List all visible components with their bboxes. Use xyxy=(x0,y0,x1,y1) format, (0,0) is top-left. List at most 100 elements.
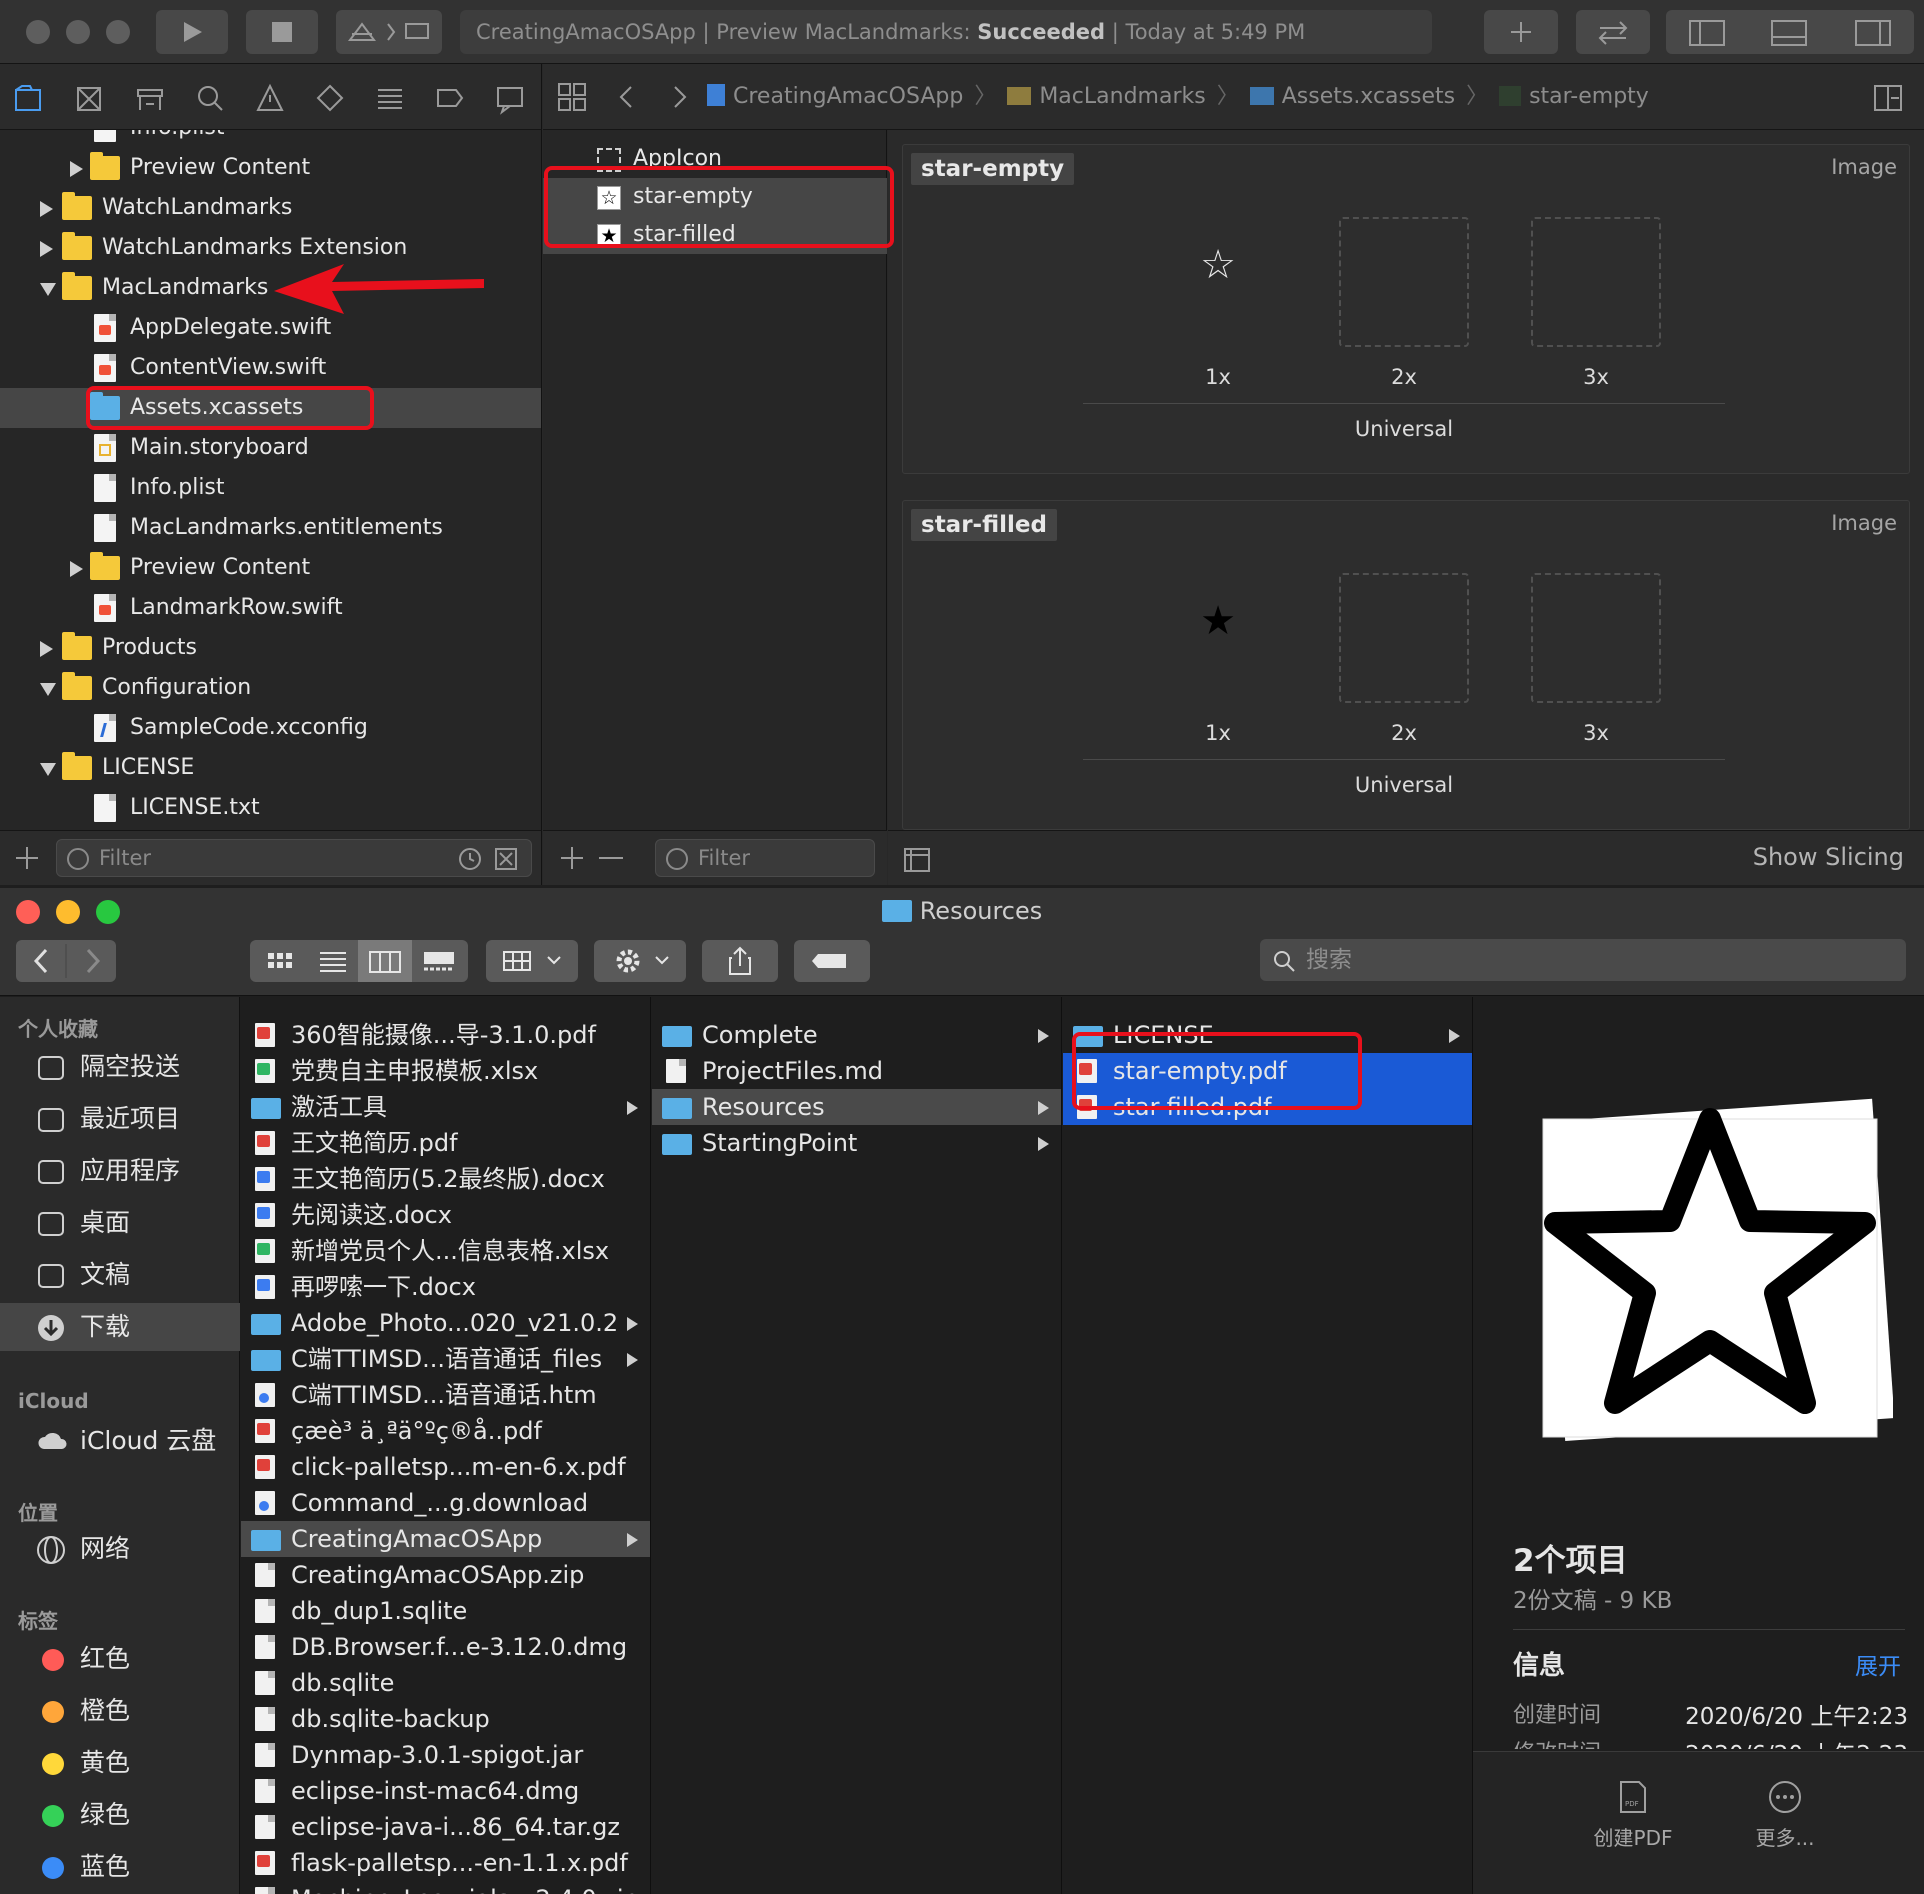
sidebar-tag[interactable]: 红色 xyxy=(0,1635,240,1683)
scheme-selector[interactable] xyxy=(336,10,442,54)
sidebar-item-desktop[interactable]: 桌面 xyxy=(0,1199,240,1247)
image-slot-3x[interactable] xyxy=(1531,573,1661,703)
sidebar-tag[interactable]: 绿色 xyxy=(0,1791,240,1839)
sidebar-item-icloud-drive[interactable]: iCloud 云盘 xyxy=(0,1417,240,1465)
sidebar-tag[interactable]: 黄色 xyxy=(0,1739,240,1787)
navigator-row[interactable]: LandmarkRow.swift xyxy=(0,588,541,628)
navigator-row[interactable]: Preview Content xyxy=(0,548,541,588)
add-icon[interactable] xyxy=(14,845,40,871)
finder-list-item[interactable]: 先阅读这.docx xyxy=(241,1197,650,1233)
finder-list-item[interactable]: db_dup1.sqlite xyxy=(241,1593,650,1629)
sidebar-item-applications[interactable]: 应用程序 xyxy=(0,1147,240,1195)
finder-list-item[interactable]: C端TTIMSD...语音通话_files xyxy=(241,1341,650,1377)
finder-list-item[interactable]: flask-palletsp...-en-1.1.x.pdf xyxy=(241,1845,650,1881)
navigator-row[interactable]: LICENSE.txt xyxy=(0,788,541,828)
recent-and-scm-filter-icons[interactable] xyxy=(458,847,528,871)
stop-button[interactable] xyxy=(246,10,318,54)
disclosure-closed-icon[interactable] xyxy=(70,161,83,177)
finder-list-item[interactable]: CreatingAmacOSApp.zip xyxy=(241,1557,650,1593)
finder-list-item[interactable]: 王文艳简历(5.2最终版).docx xyxy=(241,1161,650,1197)
add-remove-icons[interactable] xyxy=(559,845,625,871)
finder-list-item[interactable]: ProjectFiles.md xyxy=(652,1053,1061,1089)
finder-list-item[interactable]: Command_...g.download xyxy=(241,1485,650,1521)
finder-list-item[interactable]: 激活工具 xyxy=(241,1089,650,1125)
finder-list-item[interactable]: Complete xyxy=(652,1017,1061,1053)
code-review-button[interactable] xyxy=(1576,10,1650,54)
minimize-window-button[interactable] xyxy=(66,20,90,44)
group-by-button[interactable] xyxy=(486,940,578,982)
run-button[interactable] xyxy=(156,10,228,54)
tags-button[interactable] xyxy=(794,940,870,982)
close-window-button[interactable] xyxy=(26,20,50,44)
breadcrumb-image-set[interactable]: star-empty xyxy=(1529,84,1649,109)
sidebar-item-documents[interactable]: 文稿 xyxy=(0,1251,240,1299)
finder-list-item[interactable]: StartingPoint xyxy=(652,1125,1061,1161)
expand-info-link[interactable]: 展开 xyxy=(1855,1647,1901,1681)
zoom-window-button[interactable] xyxy=(106,20,130,44)
finder-list-item[interactable]: click-palletsp...m-en-6.x.pdf xyxy=(241,1449,650,1485)
finder-list-item[interactable]: CreatingAmacOSApp xyxy=(241,1521,650,1557)
sidebar-item-airdrop[interactable]: 隔空投送 xyxy=(0,1043,240,1091)
image-slot-2x[interactable] xyxy=(1339,217,1469,347)
breadcrumb-assets[interactable]: Assets.xcassets xyxy=(1282,84,1455,109)
image-slot-3x[interactable] xyxy=(1531,217,1661,347)
finder-list-item[interactable]: eclipse-inst-mac64.dmg xyxy=(241,1773,650,1809)
finder-list-item[interactable]: eclipse-java-i...86_64.tar.gz xyxy=(241,1809,650,1845)
asset-filter-input[interactable]: Filter xyxy=(655,839,875,877)
disclosure-closed-icon[interactable] xyxy=(40,241,53,257)
disclosure-open-icon[interactable] xyxy=(40,683,56,696)
breadcrumb-project[interactable]: CreatingAmacOSApp xyxy=(733,84,963,109)
navigator-row[interactable]: LICENSE xyxy=(0,748,541,788)
navigator-row[interactable]: Info.plist xyxy=(0,130,541,148)
finder-list-item[interactable]: DB.Browser.f...e-3.12.0.dmg xyxy=(241,1629,650,1665)
finder-list-item[interactable]: Machine_Lea...ials_v2.4.0.zip xyxy=(241,1881,650,1894)
finder-list-item[interactable]: db.sqlite xyxy=(241,1665,650,1701)
navigator-row[interactable]: Products xyxy=(0,628,541,668)
finder-list-item[interactable]: 再啰嗦一下.docx xyxy=(241,1269,650,1305)
image-set-star-filled[interactable]: star-filled Image ★ 1x 2x 3x Universal xyxy=(902,500,1910,830)
finder-list-item[interactable]: Resources xyxy=(652,1089,1061,1125)
finder-list-item[interactable]: 王文艳简历.pdf xyxy=(241,1125,650,1161)
show-slicing-button[interactable]: Show Slicing xyxy=(1753,843,1904,871)
navigator-row[interactable]: Preview Content xyxy=(0,148,541,188)
view-mode-buttons[interactable] xyxy=(250,940,468,982)
finder-list-item[interactable]: Adobe_Photo...020_v21.0.2 xyxy=(241,1305,650,1341)
finder-list-item[interactable]: 360智能摄像...导-3.1.0.pdf xyxy=(241,1017,650,1053)
disclosure-closed-icon[interactable] xyxy=(40,641,53,657)
sidebar-item-network[interactable]: 网络 xyxy=(0,1525,240,1573)
navigator-row[interactable]: ContentView.swift xyxy=(0,348,541,388)
create-pdf-button[interactable]: PDF 创建PDF xyxy=(1583,1780,1683,1851)
finder-list-item[interactable]: db.sqlite-backup xyxy=(241,1701,650,1737)
finder-list-item[interactable]: 新增党员个人...信息表格.xlsx xyxy=(241,1233,650,1269)
sidebar-item-recents[interactable]: 最近项目 xyxy=(0,1095,240,1143)
breadcrumb[interactable]: CreatingAmacOSApp 〉 MacLandmarks 〉 Asset… xyxy=(707,64,1649,130)
history-navigation-icons[interactable] xyxy=(613,84,693,110)
back-forward-buttons[interactable] xyxy=(16,940,116,982)
sidebar-tag[interactable]: 橙色 xyxy=(0,1687,240,1735)
disclosure-closed-icon[interactable] xyxy=(40,201,53,217)
sidebar-item-downloads[interactable]: 下载 xyxy=(0,1303,240,1351)
image-set-star-empty[interactable]: star-empty Image ☆ 1x 2x 3x Universal xyxy=(902,144,1910,474)
share-button[interactable] xyxy=(702,940,778,982)
finder-list-item[interactable]: C端TTIMSD...语音通话.htm xyxy=(241,1377,650,1413)
navigator-row[interactable]: Main.storyboard xyxy=(0,428,541,468)
navigator-row[interactable]: Configuration xyxy=(0,668,541,708)
finder-list-item[interactable]: 党费自主申报模板.xlsx xyxy=(241,1053,650,1089)
disclosure-closed-icon[interactable] xyxy=(70,561,83,577)
navigator-tab-icons[interactable] xyxy=(0,64,542,130)
sidebar-tag[interactable]: 蓝色 xyxy=(0,1843,240,1891)
related-items-icon[interactable] xyxy=(557,82,587,112)
finder-search-field[interactable]: 搜索 xyxy=(1260,939,1906,981)
breadcrumb-folder[interactable]: MacLandmarks xyxy=(1039,84,1205,109)
more-actions-button[interactable]: 更多... xyxy=(1735,1780,1835,1851)
navigator-row[interactable]: SampleCode.xcconfig xyxy=(0,708,541,748)
navigator-row[interactable]: Info.plist xyxy=(0,468,541,508)
library-button[interactable] xyxy=(1484,10,1558,54)
navigator-row[interactable]: MacLandmarks.entitlements xyxy=(0,508,541,548)
finder-list-item[interactable]: çæè³ ä¸ªä°ºç®å..pdf xyxy=(241,1413,650,1449)
image-slot-2x[interactable] xyxy=(1339,573,1469,703)
panel-toggle-icons[interactable] xyxy=(1666,10,1914,54)
disclosure-open-icon[interactable] xyxy=(40,763,56,776)
navigator-row[interactable]: WatchLandmarks xyxy=(0,188,541,228)
disclosure-open-icon[interactable] xyxy=(40,283,56,296)
